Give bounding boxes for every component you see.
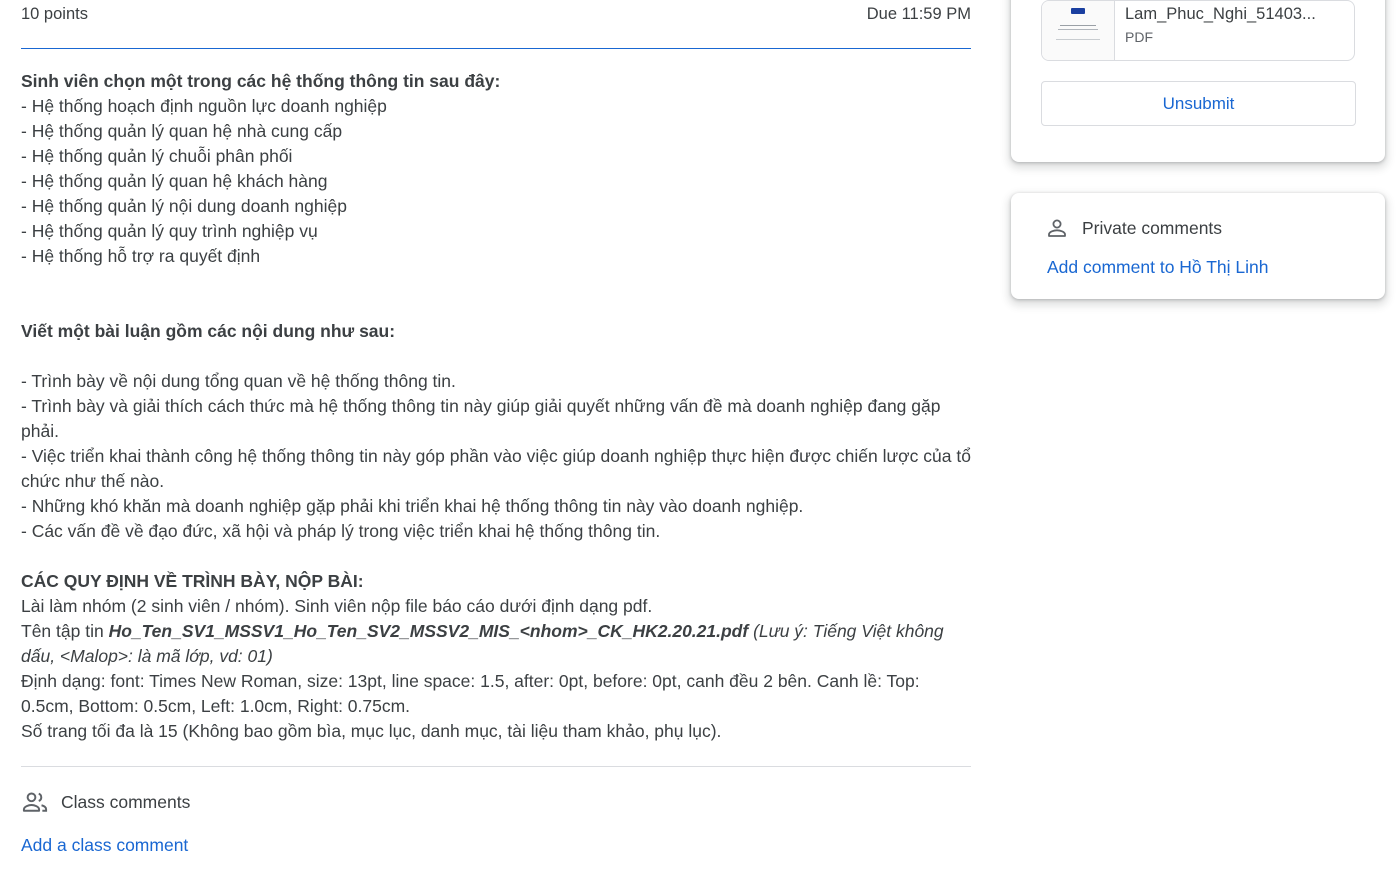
instructions: Sinh viên chọn một trong các hệ thống th… [21,49,971,744]
rule-filename-pattern: Ho_Ten_SV1_MSSV1_Ho_Ten_SV2_MSSV2_MIS_<n… [108,621,749,641]
system-item: - Hệ thống hỗ trợ ra quyết định [21,246,261,266]
rule-pages: Số trang tối đa là 15 (Không bao gồm bìa… [21,721,722,741]
system-item: - Hệ thống quản lý quan hệ nhà cung cấp [21,121,343,141]
system-item: - Hệ thống quản lý quan hệ khách hàng [21,171,328,191]
system-item: - Hệ thống quản lý nội dung doanh nghiệp [21,196,347,216]
essay-item: - Trình bày về nội dung tổng quan về hệ … [21,371,456,391]
rule-group: Lài làm nhóm (2 sinh viên / nhóm). Sinh … [21,596,653,616]
assignment-page: 10 points Due 11:59 PM Sinh viên chọn mộ… [0,0,1397,887]
essay-item: - Các vấn đề về đạo đức, xã hội và pháp … [21,521,661,541]
people-icon [22,792,48,812]
thumbnail-line [1058,29,1098,30]
due-label: Due 11:59 PM [866,5,971,23]
essay-item: - Trình bày và giải thích cách thức mà h… [21,396,941,441]
assignment-main: 10 points Due 11:59 PM Sinh viên chọn mộ… [21,0,971,744]
private-comments-header: Private comments [1045,215,1222,241]
essay-item: - Những khó khăn mà doanh nghiệp gặp phả… [21,496,804,516]
system-item: - Hệ thống quản lý chuỗi phân phối [21,146,293,166]
private-comments-card: Private comments Add comment to Hồ Thị L… [1011,193,1385,299]
attachment-type: PDF [1125,29,1153,45]
your-work-card: Lam_Phuc_Nghi_51403... PDF Unsubmit [1011,0,1385,162]
comments-divider [21,766,971,767]
thumbnail-line [1060,25,1096,26]
points-label: 10 points [21,5,88,23]
attachment-item[interactable]: Lam_Phuc_Nghi_51403... PDF [1041,0,1355,61]
essay-item: - Việc triển khai thành công hệ thống th… [21,446,971,491]
rule-filename-prefix: Tên tập tin [21,621,109,641]
add-class-comment-link[interactable]: Add a class comment [21,835,188,856]
add-private-comment-link[interactable]: Add comment to Hồ Thị Linh [1047,257,1268,278]
person-icon [1048,219,1066,237]
rule-format: Định dạng: font: Times New Roman, size: … [21,671,920,716]
assignment-meta: 10 points Due 11:59 PM [21,0,971,49]
section-heading-systems: Sinh viên chọn một trong các hệ thống th… [21,71,501,91]
section-heading-rules: CÁC QUY ĐỊNH VỀ TRÌNH BÀY, NỘP BÀI: [21,571,364,591]
class-comments-header: Class comments [21,788,190,816]
system-item: - Hệ thống quản lý quy trình nghiệp vụ [21,221,318,241]
thumbnail-line [1056,39,1100,40]
attachment-name: Lam_Phuc_Nghi_51403... [1125,5,1316,23]
system-item: - Hệ thống hoạch định nguồn lực doanh ng… [21,96,387,116]
private-comments-title: Private comments [1082,217,1223,238]
logo-icon [1071,8,1085,14]
class-comments-title: Class comments [61,791,191,812]
section-heading-essay: Viết một bài luận gồm các nội dung như s… [21,321,396,341]
pdf-thumbnail [1042,1,1115,60]
unsubmit-button[interactable]: Unsubmit [1041,81,1356,126]
rule-filename: Tên tập tin Ho_Ten_SV1_MSSV1_Ho_Ten_SV2_… [21,619,971,669]
